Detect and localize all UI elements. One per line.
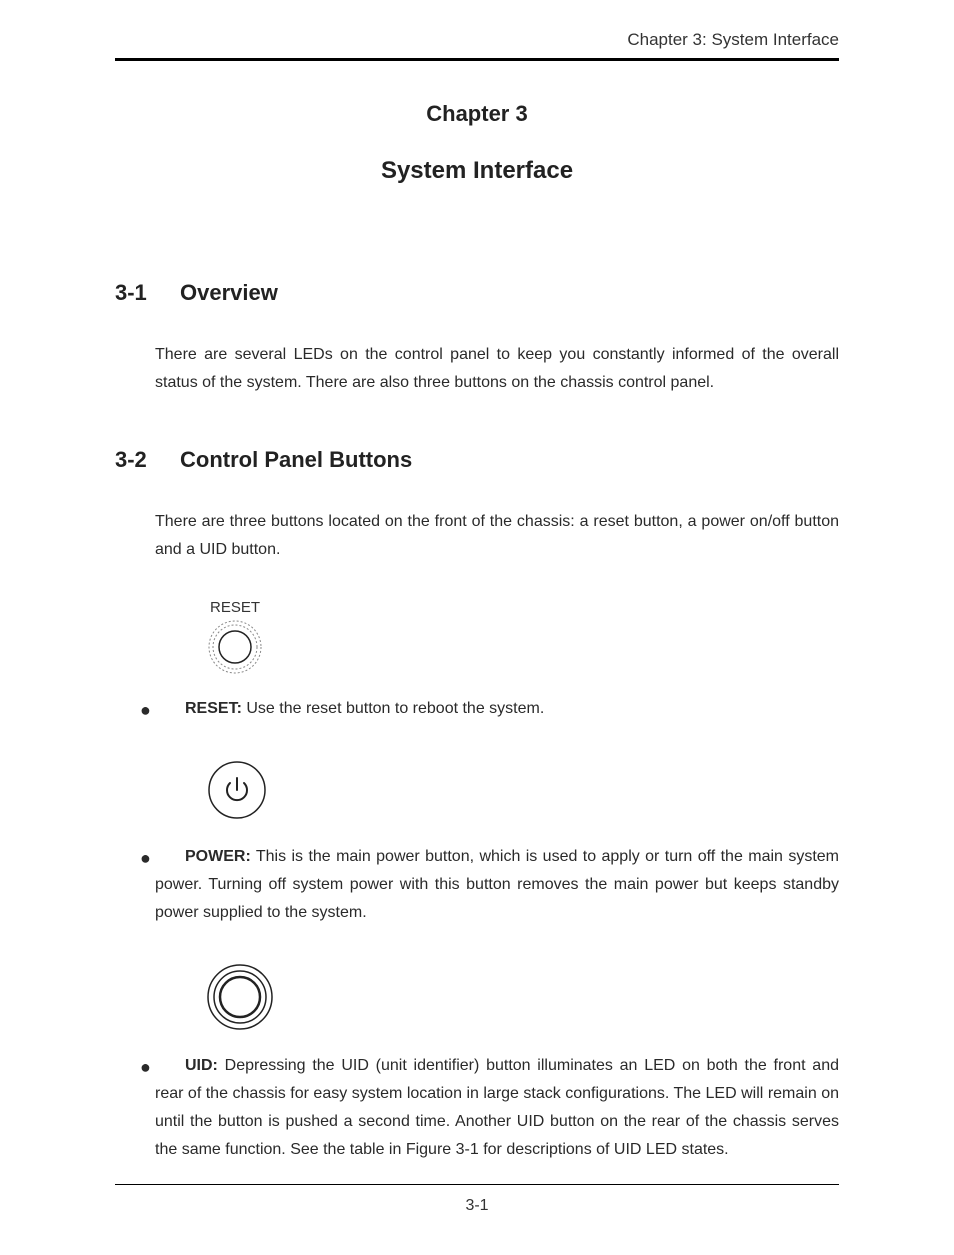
button-desc-text: This is the main power button, which is … bbox=[155, 848, 839, 921]
bullet-icon: ● bbox=[140, 695, 151, 727]
footer-rule bbox=[115, 1184, 839, 1185]
button-label: POWER: bbox=[185, 848, 251, 865]
button-block-power: ● POWER: This is the main power button, … bbox=[155, 758, 839, 927]
section-overview: 3-1 Overview There are several LEDs on t… bbox=[115, 280, 839, 397]
running-head: Chapter 3: System Interface bbox=[115, 30, 839, 50]
bullet-icon: ● bbox=[140, 843, 151, 875]
paragraph: There are several LEDs on the control pa… bbox=[155, 341, 839, 397]
section-body: There are several LEDs on the control pa… bbox=[155, 341, 839, 397]
paragraph: There are three buttons located on the f… bbox=[155, 508, 839, 564]
button-figure bbox=[205, 758, 839, 823]
button-label: UID: bbox=[185, 1057, 218, 1074]
button-figure bbox=[205, 962, 839, 1032]
header-rule bbox=[115, 58, 839, 61]
button-desc-text: Depressing the UID (unit identifier) but… bbox=[155, 1057, 839, 1158]
button-block-reset: RESET ● RESET: Use the reset button to r… bbox=[155, 599, 839, 723]
button-block-uid: ● UID: Depressing the UID (unit identifi… bbox=[155, 962, 839, 1164]
button-figure: RESET bbox=[205, 599, 839, 675]
button-description: ● RESET: Use the reset button to reboot … bbox=[155, 695, 839, 723]
button-description: ● UID: Depressing the UID (unit identifi… bbox=[155, 1052, 839, 1164]
section-title: Overview bbox=[180, 280, 839, 306]
chapter-label: Chapter 3 bbox=[115, 101, 839, 127]
bullet-icon: ● bbox=[140, 1052, 151, 1084]
section-number: 3-1 bbox=[115, 280, 180, 306]
power-button-icon bbox=[205, 758, 270, 823]
section-title: Control Panel Buttons bbox=[180, 447, 839, 473]
page-number: 3-1 bbox=[115, 1197, 839, 1215]
section-number: 3-2 bbox=[115, 447, 180, 473]
section-control-panel: 3-2 Control Panel Buttons There are thre… bbox=[115, 447, 839, 1164]
section-heading: 3-1 Overview bbox=[115, 280, 839, 306]
button-description: ● POWER: This is the main power button, … bbox=[155, 843, 839, 927]
button-desc-text: Use the reset button to reboot the syste… bbox=[242, 700, 544, 717]
section-body: There are three buttons located on the f… bbox=[155, 508, 839, 564]
button-label: RESET: bbox=[185, 700, 242, 717]
figure-label: RESET bbox=[210, 599, 839, 616]
chapter-title: System Interface bbox=[115, 157, 839, 185]
uid-button-icon bbox=[205, 962, 275, 1032]
reset-button-icon bbox=[205, 619, 265, 675]
section-heading: 3-2 Control Panel Buttons bbox=[115, 447, 839, 473]
